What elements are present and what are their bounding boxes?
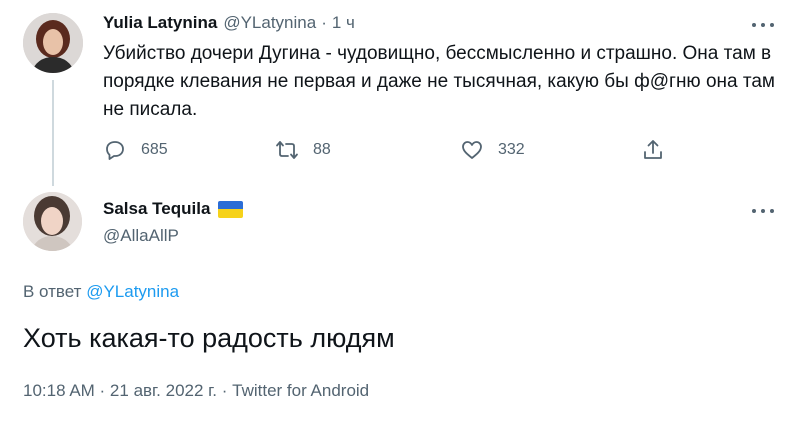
tweet-time[interactable]: 1 ч: [332, 13, 355, 33]
reply-tweet-text: Хоть какая-то радость людям: [23, 323, 395, 353]
retweet-count: 88: [313, 141, 331, 158]
reply-mention-link[interactable]: @YLatynina: [86, 282, 179, 301]
reply-button[interactable]: 685: [103, 134, 168, 166]
author-avatar[interactable]: [23, 13, 83, 73]
thread-connector: [52, 80, 54, 186]
author-handle[interactable]: @YLatynina: [223, 13, 316, 33]
parent-tweet-text: Убийство дочери Дугина - чудовищно, бесс…: [103, 43, 775, 120]
action-bar: 685 88 332: [103, 134, 673, 166]
tweet-meta[interactable]: 10:18 AM · 21 авг. 2022 г. · Twitter for…: [23, 381, 369, 401]
share-icon: [644, 140, 662, 159]
author-name[interactable]: Yulia Latynina: [103, 13, 217, 33]
reply-author-handle[interactable]: @AllaAllP: [103, 226, 179, 246]
retweet-button[interactable]: 88: [275, 134, 331, 166]
more-icon[interactable]: [752, 206, 774, 216]
reply-icon: [106, 141, 124, 160]
reply-author-name[interactable]: Salsa Tequila: [103, 199, 210, 219]
replying-to: В ответ @YLatynina: [23, 282, 179, 302]
ukraine-flag-icon: [218, 200, 244, 218]
reply-prefix: В ответ: [23, 282, 82, 301]
parent-header: Yulia Latynina @YLatynina · 1 ч: [103, 12, 355, 34]
reply-author-avatar[interactable]: [23, 192, 82, 251]
separator: ·: [321, 13, 327, 32]
more-icon[interactable]: [752, 20, 774, 30]
reply-count: 685: [141, 141, 168, 158]
like-icon: [462, 141, 482, 159]
share-button[interactable]: [641, 134, 665, 166]
reply-header: Salsa Tequila: [103, 198, 244, 220]
like-count: 332: [498, 141, 525, 158]
retweet-icon: [276, 141, 298, 159]
like-button[interactable]: 332: [460, 134, 525, 166]
